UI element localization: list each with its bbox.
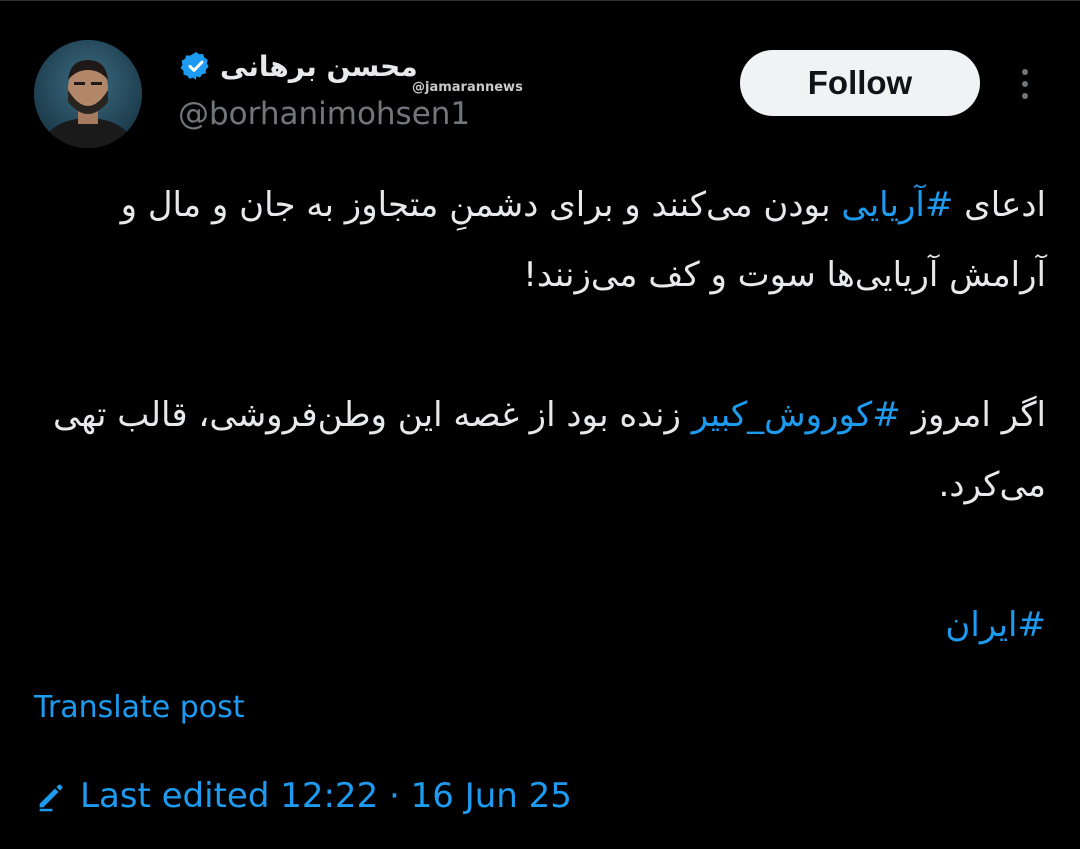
more-dot [1022, 81, 1028, 87]
hashtag-aryai[interactable]: #آریایی [841, 185, 953, 225]
author-display-name[interactable]: محسن برهانی [220, 50, 418, 83]
tweet-paragraph-1: ادعای #آریایی بودن می‌کنند و برای دشمنِ … [34, 170, 1046, 310]
avatar-photo-icon [34, 40, 142, 148]
watermark-text: @jamarannews [412, 80, 523, 95]
last-edited-link[interactable]: Last edited 12:22 · 16 Jun 25 [34, 776, 572, 816]
last-edited-label[interactable]: Last edited 12:22 · 16 Jun 25 [80, 776, 572, 816]
hashtag-iran[interactable]: #ایران [945, 605, 1046, 645]
avatar[interactable] [34, 40, 142, 148]
author-handle[interactable]: @borhanimohsen1 [178, 96, 470, 132]
more-options-button[interactable] [1008, 62, 1042, 106]
translate-post-link[interactable]: Translate post [34, 690, 245, 725]
tweet-paragraph-3: #ایران [34, 590, 1046, 660]
tweet-text: ادعای #آریایی بودن می‌کنند و برای دشمنِ … [34, 170, 1046, 660]
tweet-text-segment: ادعای [953, 185, 1046, 225]
more-vertical-icon [1022, 69, 1028, 75]
tweet-paragraph-2: اگر امروز #کوروش_کبیر زنده بود از غصه ای… [34, 380, 1046, 520]
author-name-row[interactable]: محسن برهانی [180, 46, 440, 86]
tweet-text-segment: اگر امروز [900, 395, 1046, 435]
verified-badge-icon [180, 52, 209, 80]
top-divider [0, 0, 1080, 1]
follow-button[interactable]: Follow [740, 50, 980, 116]
more-dot [1022, 93, 1028, 99]
edit-pencil-icon [39, 784, 63, 812]
hashtag-kourosh-kabir[interactable]: #کوروش_کبیر [692, 395, 901, 435]
